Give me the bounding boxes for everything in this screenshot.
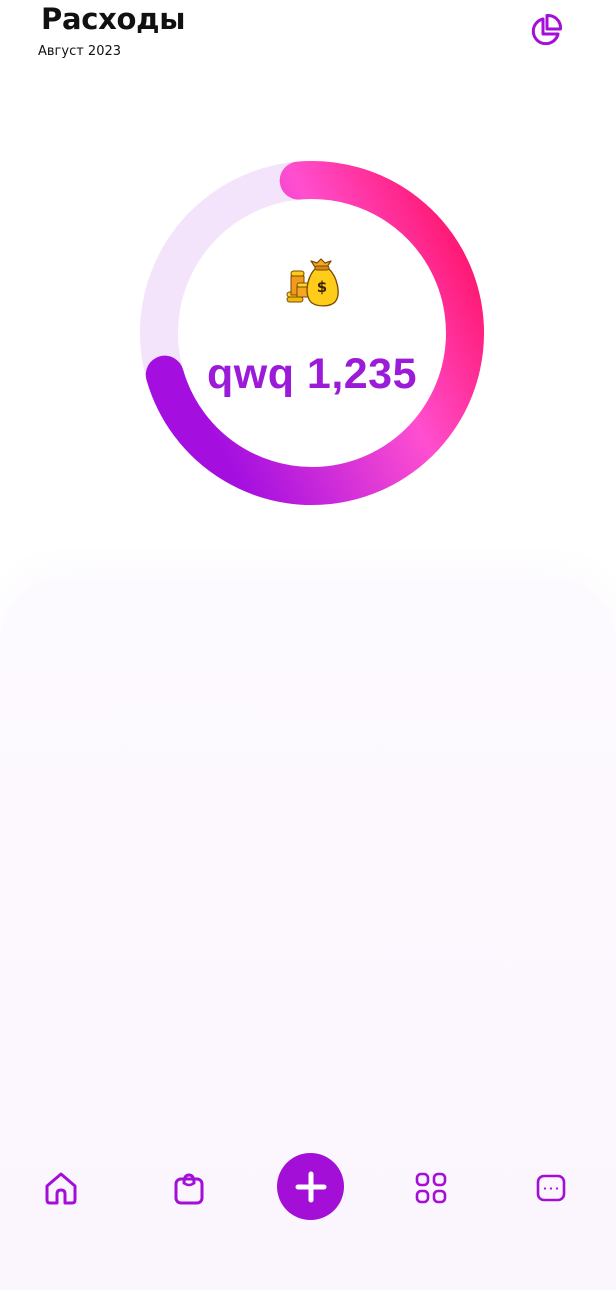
nav-categories[interactable] xyxy=(407,1164,455,1212)
nav-home[interactable] xyxy=(37,1164,85,1212)
more-icon xyxy=(536,1174,566,1202)
svg-text:$: $ xyxy=(317,278,327,296)
shopping-bag-icon xyxy=(174,1173,204,1205)
total-amount: qwq 1,235 xyxy=(206,350,418,398)
statistics-button[interactable] xyxy=(526,10,566,50)
grid-icon xyxy=(415,1172,447,1204)
money-bag-icon: $ xyxy=(282,253,342,313)
expenses-screen: Расходы Август 2023 $ qwq 1,235 xyxy=(0,0,616,1290)
home-icon xyxy=(45,1172,77,1205)
add-expense-button[interactable] xyxy=(277,1153,344,1220)
plus-icon xyxy=(295,1171,326,1202)
page-title: Расходы xyxy=(41,2,186,36)
period-label[interactable]: Август 2023 xyxy=(38,44,121,59)
nav-more[interactable] xyxy=(527,1164,575,1212)
bottom-navigation xyxy=(0,1140,616,1240)
expense-ring-chart xyxy=(112,133,512,533)
header: Расходы Август 2023 xyxy=(0,0,616,80)
pie-chart-icon xyxy=(531,13,563,46)
nav-purchases[interactable] xyxy=(165,1164,213,1212)
